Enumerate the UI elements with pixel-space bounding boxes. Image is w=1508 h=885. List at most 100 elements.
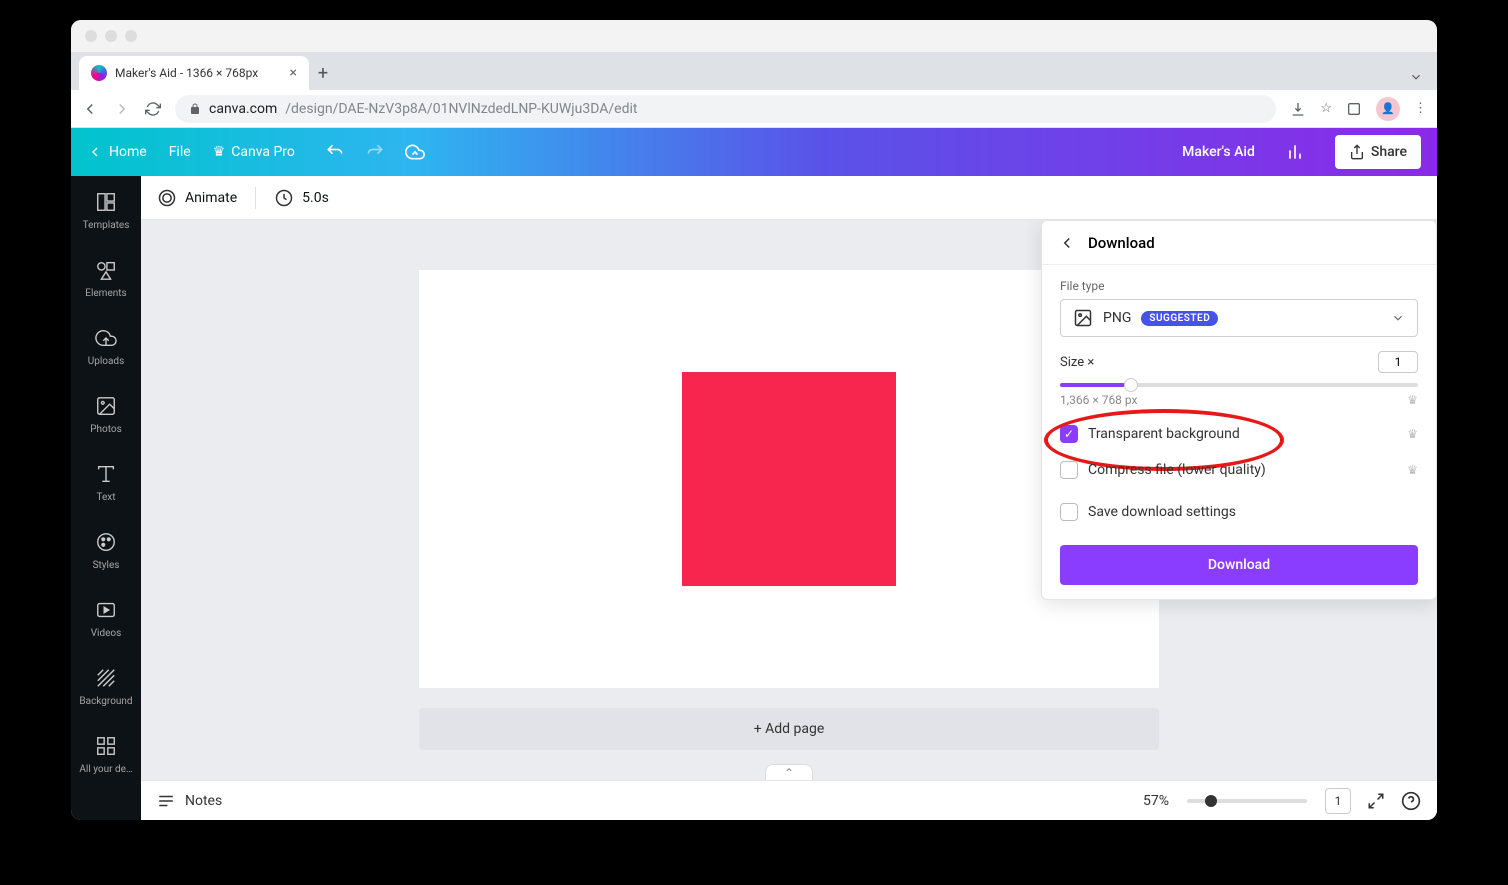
crown-icon: ♛ bbox=[1407, 463, 1418, 477]
zoom-thumb[interactable] bbox=[1205, 795, 1217, 807]
slider-fill bbox=[1060, 383, 1132, 387]
share-button[interactable]: Share bbox=[1335, 135, 1421, 169]
profile-avatar[interactable]: 👤 bbox=[1376, 97, 1400, 121]
sidebar-item-photos[interactable]: Photos bbox=[71, 380, 141, 448]
sidebar-item-elements[interactable]: Elements bbox=[71, 244, 141, 312]
cloud-save-icon[interactable] bbox=[405, 142, 425, 162]
app-topbar: Home File ♛ Canva Pro Maker's Aid Share bbox=[71, 128, 1437, 176]
sidebar-label: Templates bbox=[83, 220, 130, 231]
size-input[interactable] bbox=[1378, 351, 1418, 373]
add-page-button[interactable]: + Add page bbox=[419, 708, 1159, 750]
notes-icon[interactable] bbox=[157, 792, 175, 810]
workspace: Animate 5.0s + Add page bbox=[141, 176, 1437, 820]
page-drawer-toggle[interactable]: ⌃ bbox=[765, 764, 813, 780]
traffic-light-min[interactable] bbox=[105, 30, 117, 42]
tab-title: Maker's Aid - 1366 × 768px bbox=[115, 66, 258, 80]
checkbox-icon[interactable] bbox=[1060, 461, 1078, 479]
url-field[interactable]: canva.com/design/DAE-NzV3p8A/01NVlNzdedL… bbox=[175, 95, 1276, 123]
zoom-slider[interactable] bbox=[1187, 799, 1307, 803]
reload-icon[interactable] bbox=[145, 101, 161, 117]
address-bar: canva.com/design/DAE-NzV3p8A/01NVlNzdedL… bbox=[71, 90, 1437, 128]
sidebar-item-styles[interactable]: Styles bbox=[71, 516, 141, 584]
compress-option[interactable]: Compress file (lower quality) ♛ bbox=[1060, 461, 1418, 479]
close-tab-icon[interactable]: × bbox=[290, 65, 297, 81]
animate-button[interactable]: Animate bbox=[157, 188, 237, 208]
transparent-label: Transparent background bbox=[1088, 426, 1240, 442]
extensions-icon[interactable] bbox=[1346, 101, 1362, 117]
sidebar-label: Background bbox=[79, 696, 132, 707]
nav-forward-icon bbox=[113, 100, 131, 118]
sidebar: Templates Elements Uploads Photos Text S… bbox=[71, 176, 141, 820]
sidebar-label: Uploads bbox=[88, 356, 124, 367]
checkbox-icon[interactable] bbox=[1060, 503, 1078, 521]
sidebar-item-templates[interactable]: Templates bbox=[71, 176, 141, 244]
compress-label: Compress file (lower quality) bbox=[1088, 462, 1266, 478]
clock-icon bbox=[274, 188, 294, 208]
download-button-label: Download bbox=[1208, 557, 1270, 573]
notes-button[interactable]: Notes bbox=[185, 793, 222, 809]
elements-icon bbox=[94, 258, 118, 282]
footer-bar: Notes 57% 1 bbox=[141, 780, 1437, 820]
tabs-dropdown-icon[interactable] bbox=[1409, 70, 1437, 90]
page-count-button[interactable]: 1 bbox=[1325, 788, 1351, 814]
sidebar-item-videos[interactable]: Videos bbox=[71, 584, 141, 652]
file-type-value: PNG bbox=[1103, 310, 1131, 326]
crown-icon: ♛ bbox=[213, 144, 226, 160]
home-label: Home bbox=[109, 144, 147, 160]
download-title: Download bbox=[1088, 234, 1155, 252]
back-home[interactable]: Home bbox=[87, 144, 147, 160]
sidebar-item-text[interactable]: Text bbox=[71, 448, 141, 516]
sidebar-label: Photos bbox=[90, 424, 122, 435]
tab-bar: Maker's Aid - 1366 × 768px × + bbox=[71, 52, 1437, 90]
file-menu[interactable]: File bbox=[169, 144, 191, 160]
canvas-area[interactable]: + Add page Download File type PNG bbox=[141, 220, 1437, 780]
share-icon bbox=[1349, 144, 1365, 160]
zoom-value[interactable]: 57% bbox=[1143, 793, 1169, 809]
sidebar-item-uploads[interactable]: Uploads bbox=[71, 312, 141, 380]
sidebar-label: Styles bbox=[93, 560, 120, 571]
insights-icon[interactable] bbox=[1285, 142, 1305, 162]
new-tab-button[interactable]: + bbox=[309, 63, 337, 90]
designs-icon bbox=[94, 734, 118, 758]
main-row: Templates Elements Uploads Photos Text S… bbox=[71, 176, 1437, 820]
bookmark-icon[interactable]: ☆ bbox=[1320, 101, 1332, 116]
back-icon[interactable] bbox=[1058, 234, 1076, 252]
sidebar-item-all-designs[interactable]: All your de… bbox=[71, 720, 141, 788]
videos-icon bbox=[94, 598, 118, 622]
sidebar-label: Text bbox=[96, 492, 115, 503]
slider-thumb[interactable] bbox=[1124, 378, 1138, 392]
sidebar-label: Videos bbox=[91, 628, 122, 639]
save-settings-option[interactable]: Save download settings bbox=[1060, 503, 1418, 521]
download-button[interactable]: Download bbox=[1060, 545, 1418, 585]
install-icon[interactable] bbox=[1290, 101, 1306, 117]
nav-back-icon[interactable] bbox=[81, 100, 99, 118]
url-path: /design/DAE-NzV3p8A/01NVlNzdedLNP-KUWju3… bbox=[285, 101, 637, 117]
pro-label: Canva Pro bbox=[231, 144, 295, 160]
canva-favicon-icon bbox=[91, 65, 107, 81]
red-square-element[interactable] bbox=[682, 372, 896, 586]
canva-app: Home File ♛ Canva Pro Maker's Aid Share bbox=[71, 128, 1437, 820]
canva-pro-button[interactable]: ♛ Canva Pro bbox=[213, 144, 295, 160]
fullscreen-icon[interactable] bbox=[1367, 792, 1385, 810]
transparent-bg-option[interactable]: ✓ Transparent background ♛ bbox=[1060, 425, 1418, 443]
browser-tab[interactable]: Maker's Aid - 1366 × 768px × bbox=[79, 56, 309, 90]
sidebar-item-background[interactable]: Background bbox=[71, 652, 141, 720]
menu-icon[interactable]: ⋮ bbox=[1414, 101, 1427, 116]
background-icon bbox=[94, 666, 118, 690]
share-label: Share bbox=[1371, 144, 1407, 160]
download-panel: Download File type PNG SUGGESTED bbox=[1041, 220, 1437, 600]
duration-button[interactable]: 5.0s bbox=[274, 188, 329, 208]
window-controls bbox=[71, 20, 1437, 52]
project-name[interactable]: Maker's Aid bbox=[1182, 144, 1255, 160]
redo-icon[interactable] bbox=[365, 142, 385, 162]
traffic-light-close[interactable] bbox=[85, 30, 97, 42]
crown-icon: ♛ bbox=[1407, 427, 1418, 441]
browser-window: Maker's Aid - 1366 × 768px × + canva.com… bbox=[71, 20, 1437, 820]
undo-icon[interactable] bbox=[325, 142, 345, 162]
traffic-light-max[interactable] bbox=[125, 30, 137, 42]
help-icon[interactable] bbox=[1401, 791, 1421, 811]
sidebar-label: Elements bbox=[85, 288, 126, 299]
size-slider[interactable] bbox=[1060, 383, 1418, 387]
checkbox-checked-icon[interactable]: ✓ bbox=[1060, 425, 1078, 443]
file-type-select[interactable]: PNG SUGGESTED bbox=[1060, 299, 1418, 337]
